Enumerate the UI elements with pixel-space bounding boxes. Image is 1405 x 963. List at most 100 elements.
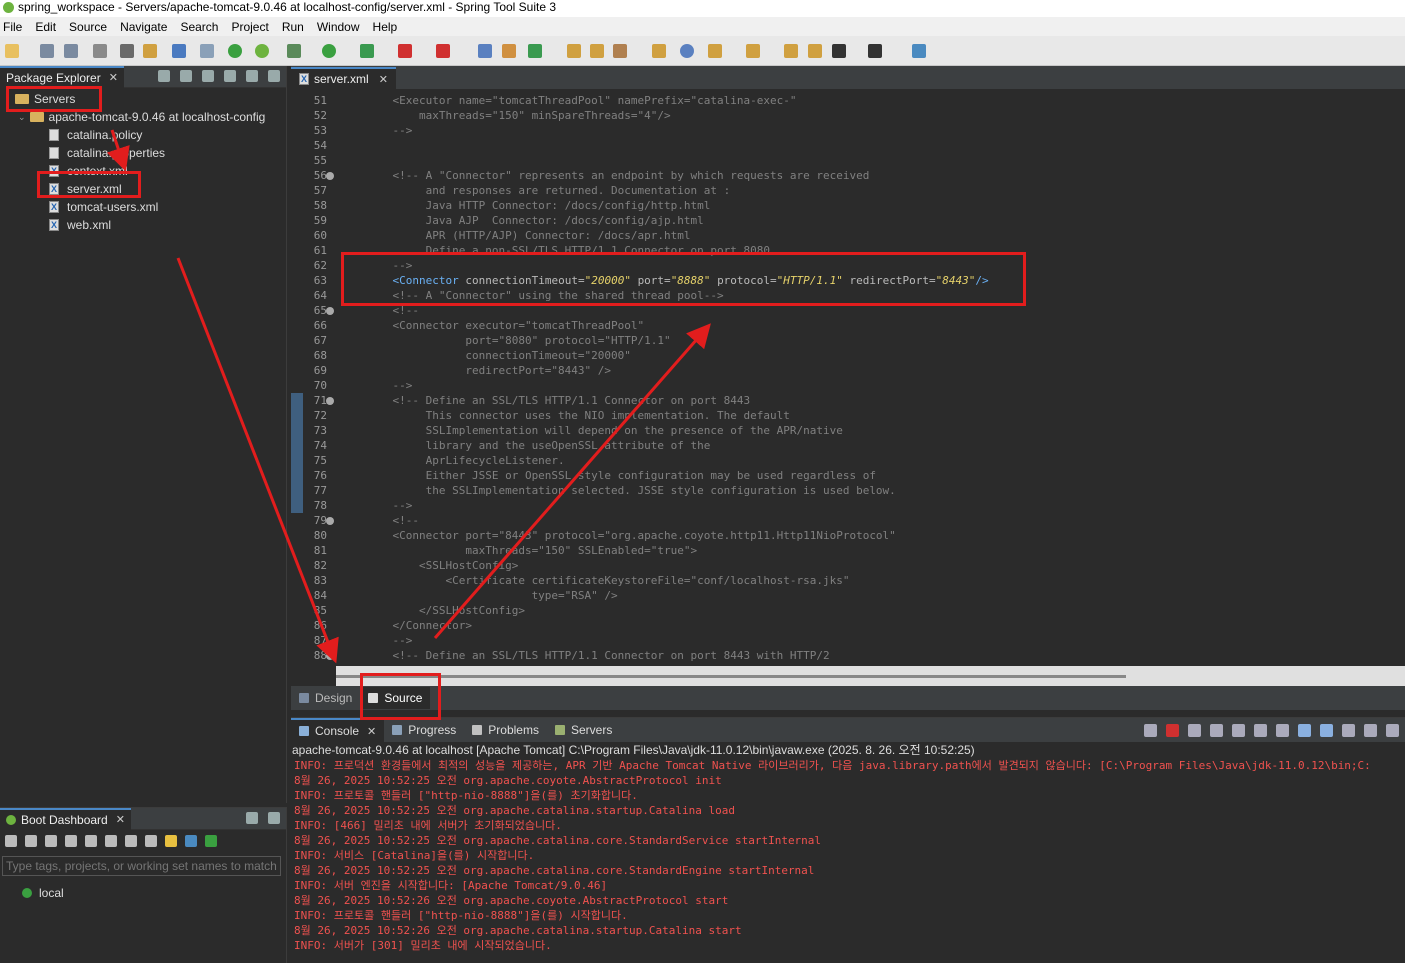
boot-item-local[interactable]: local — [0, 884, 286, 902]
package-icon[interactable] — [143, 44, 157, 58]
terminate-icon[interactable] — [1166, 724, 1179, 737]
code-area[interactable]: <Executor name="tomcatThreadPool" namePr… — [366, 93, 1396, 666]
menu-file[interactable]: File — [0, 20, 32, 34]
tree-item-context-xml[interactable]: X context.xml — [0, 162, 286, 180]
fold-toggle-icon[interactable] — [326, 397, 334, 405]
build-icon[interactable] — [120, 44, 134, 58]
minimize-icon[interactable] — [246, 70, 258, 82]
clear-console-icon[interactable] — [1232, 724, 1245, 737]
open-console-icon[interactable] — [1386, 724, 1399, 737]
open-task-icon[interactable] — [652, 44, 666, 58]
tab-server-xml[interactable]: X server.xml ✕ — [291, 67, 396, 89]
annotation-icon[interactable] — [708, 44, 722, 58]
pin-console-icon[interactable] — [1342, 724, 1355, 737]
tab-progress[interactable]: Progress — [384, 718, 464, 742]
show-stderr-icon[interactable] — [1320, 724, 1333, 737]
close-icon[interactable]: ✕ — [367, 725, 376, 738]
properties-icon[interactable] — [145, 835, 157, 847]
deploy-icon[interactable] — [502, 44, 516, 58]
new-icon[interactable] — [5, 44, 19, 58]
remove-launch-icon[interactable] — [1188, 724, 1201, 737]
console-output[interactable]: INFO: 프로덕션 환경들에서 최적의 성능을 제공하는, APR 기반 Ap… — [291, 758, 1405, 953]
prev-annotation-icon[interactable] — [746, 44, 760, 58]
add-icon[interactable] — [205, 835, 217, 847]
boot-filter-input[interactable] — [2, 856, 281, 876]
close-icon[interactable]: ✕ — [379, 73, 388, 86]
fold-toggle-icon[interactable] — [326, 172, 334, 180]
bulb-icon[interactable] — [165, 835, 177, 847]
edit-icon[interactable] — [125, 835, 137, 847]
display-console-icon[interactable] — [1364, 724, 1377, 737]
horizontal-scrollbar[interactable] — [336, 666, 1405, 686]
fold-toggle-icon[interactable] — [326, 307, 334, 315]
tree-item-catalina-properties[interactable]: catalina.properties — [0, 144, 286, 162]
stop-icon[interactable] — [398, 44, 412, 58]
terminate-icon[interactable] — [436, 44, 450, 58]
run-icon[interactable] — [322, 44, 336, 58]
show-stdout-icon[interactable] — [1298, 724, 1311, 737]
link-editor-icon[interactable] — [180, 70, 192, 82]
last-edit-icon[interactable] — [784, 44, 798, 58]
close-icon[interactable]: ✕ — [109, 71, 118, 84]
tab-package-explorer[interactable]: Package Explorer ✕ — [0, 65, 124, 88]
properties-icon[interactable] — [93, 44, 107, 58]
scrollbar-thumb[interactable] — [336, 675, 1126, 678]
filter-icon[interactable] — [202, 70, 214, 82]
menu-source[interactable]: Source — [66, 20, 117, 34]
open-folder-icon[interactable] — [567, 44, 581, 58]
tree-item-catalina-policy[interactable]: catalina.policy — [0, 126, 286, 144]
menu-help[interactable]: Help — [370, 20, 408, 34]
save-all-icon[interactable] — [64, 44, 78, 58]
chevron-down-icon[interactable]: ⌄ — [18, 108, 26, 126]
scroll-lock-icon[interactable] — [1254, 724, 1267, 737]
restart-icon[interactable] — [65, 835, 77, 847]
open-type-icon[interactable] — [590, 44, 604, 58]
server-icon[interactable] — [478, 44, 492, 58]
close-icon[interactable]: ✕ — [116, 813, 125, 826]
remove-all-icon[interactable] — [1210, 724, 1223, 737]
globe-icon[interactable] — [680, 44, 694, 58]
menu-window[interactable]: Window — [314, 20, 370, 34]
forward-arrow-icon[interactable] — [868, 44, 882, 58]
refresh-icon[interactable] — [528, 44, 542, 58]
minimize-icon[interactable] — [246, 812, 258, 824]
tree-item-web-xml[interactable]: X web.xml — [0, 216, 286, 234]
search-icon[interactable] — [200, 44, 214, 58]
tab-console[interactable]: Console ✕ — [291, 718, 385, 742]
tree-item-tomcat-config[interactable]: ⌄ apache-tomcat-9.0.46 at localhost-conf… — [0, 108, 286, 126]
tab-design[interactable]: Design — [291, 687, 360, 709]
tree-item-tomcat-users-xml[interactable]: X tomcat-users.xml — [0, 198, 286, 216]
stop-icon[interactable] — [45, 835, 57, 847]
link-icon[interactable] — [105, 835, 117, 847]
tree-item-servers[interactable]: Servers — [0, 90, 286, 108]
disconnect-icon[interactable] — [1144, 724, 1157, 737]
tab-problems[interactable]: Problems — [464, 718, 547, 742]
console-icon[interactable] — [85, 835, 97, 847]
spring-icon[interactable] — [255, 44, 269, 58]
debug-icon[interactable] — [287, 44, 301, 58]
next-edit-icon[interactable] — [808, 44, 822, 58]
debug-icon[interactable] — [25, 835, 37, 847]
fold-toggle-icon[interactable] — [326, 517, 334, 525]
save-icon[interactable] — [40, 44, 54, 58]
power-icon[interactable] — [228, 44, 242, 58]
window-icon[interactable] — [172, 44, 186, 58]
menu-search[interactable]: Search — [177, 20, 228, 34]
word-wrap-icon[interactable] — [1276, 724, 1289, 737]
maximize-icon[interactable] — [268, 70, 280, 82]
collapse-all-icon[interactable] — [158, 70, 170, 82]
menu-project[interactable]: Project — [228, 20, 278, 34]
start-icon[interactable] — [5, 835, 17, 847]
menu-run[interactable]: Run — [279, 20, 314, 34]
menu-edit[interactable]: Edit — [32, 20, 66, 34]
maximize-icon[interactable] — [268, 812, 280, 824]
tab-boot-dashboard[interactable]: Boot Dashboard ✕ — [0, 807, 131, 830]
menu-navigate[interactable]: Navigate — [117, 20, 177, 34]
tree-item-server-xml[interactable]: X server.xml — [0, 180, 286, 198]
perspective-icon[interactable] — [912, 44, 926, 58]
filter-icon[interactable] — [185, 835, 197, 847]
fold-toggle-icon[interactable] — [326, 652, 334, 660]
back-arrow-icon[interactable] — [832, 44, 846, 58]
view-menu-icon[interactable] — [224, 70, 236, 82]
tab-servers[interactable]: Servers — [547, 718, 620, 742]
